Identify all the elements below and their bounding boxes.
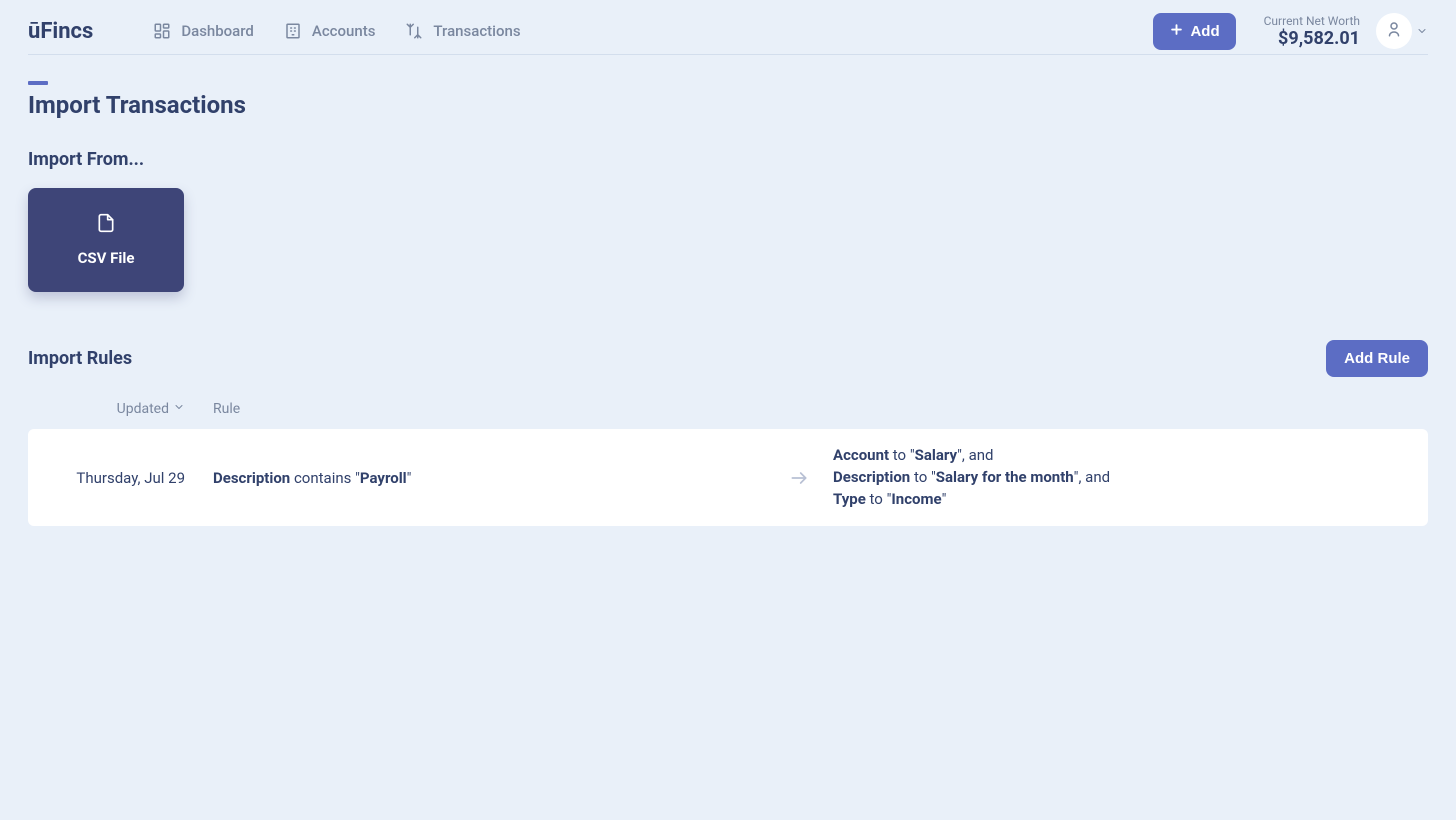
transactions-icon	[405, 22, 423, 40]
rule-actions: Account to "Salary", and Description to …	[833, 445, 1428, 510]
title-accent	[28, 81, 48, 85]
user-menu-button[interactable]	[1376, 13, 1412, 49]
rule-updated-date: Thursday, Jul 29	[28, 469, 191, 487]
chevron-down-icon	[173, 401, 185, 417]
nav-transactions[interactable]: Transactions	[405, 22, 520, 40]
dashboard-icon	[153, 22, 171, 40]
rule-condition: Description contains "Payroll"	[191, 469, 781, 487]
networth-label: Current Net Worth	[1264, 14, 1360, 28]
nav-label: Dashboard	[181, 22, 254, 40]
plus-icon	[1169, 22, 1184, 41]
import-rules-heading: Import Rules	[28, 348, 132, 369]
arrow-right-icon	[781, 468, 833, 488]
logo: ūFincs	[28, 19, 93, 44]
nav-dashboard[interactable]: Dashboard	[153, 22, 254, 40]
add-button[interactable]: Add	[1153, 13, 1235, 50]
rule-action-line: Account to "Salary", and	[833, 445, 1428, 467]
nav-label: Transactions	[433, 22, 520, 40]
main-nav: Dashboard Accounts Transactions	[153, 22, 1153, 40]
table-row[interactable]: Thursday, Jul 29 Description contains "P…	[28, 429, 1428, 526]
accounts-icon	[284, 22, 302, 40]
networth-display: Current Net Worth $9,582.01	[1264, 14, 1360, 49]
rules-table: Updated Rule Thursday, Jul 29 Descriptio…	[28, 389, 1428, 526]
csv-file-card[interactable]: CSV File	[28, 188, 184, 292]
page-title: Import Transactions	[28, 91, 1428, 119]
rule-action-line: Type to "Income"	[833, 489, 1428, 511]
nav-label: Accounts	[312, 22, 376, 40]
table-header-row: Updated Rule	[28, 389, 1428, 429]
file-icon	[96, 213, 116, 237]
column-header-rule[interactable]: Rule	[191, 401, 1428, 417]
user-icon	[1385, 20, 1403, 42]
column-header-updated[interactable]: Updated	[28, 401, 191, 417]
chevron-down-icon	[1416, 22, 1428, 41]
networth-value: $9,582.01	[1264, 28, 1360, 49]
nav-accounts[interactable]: Accounts	[284, 22, 376, 40]
add-label: Add	[1190, 23, 1219, 40]
rule-action-line: Description to "Salary for the month", a…	[833, 467, 1428, 489]
import-from-heading: Import From...	[28, 149, 1428, 170]
csv-card-label: CSV File	[78, 249, 135, 267]
add-rule-button[interactable]: Add Rule	[1326, 340, 1428, 377]
app-header: ūFincs Dashboard Accounts Transactions	[28, 8, 1428, 55]
